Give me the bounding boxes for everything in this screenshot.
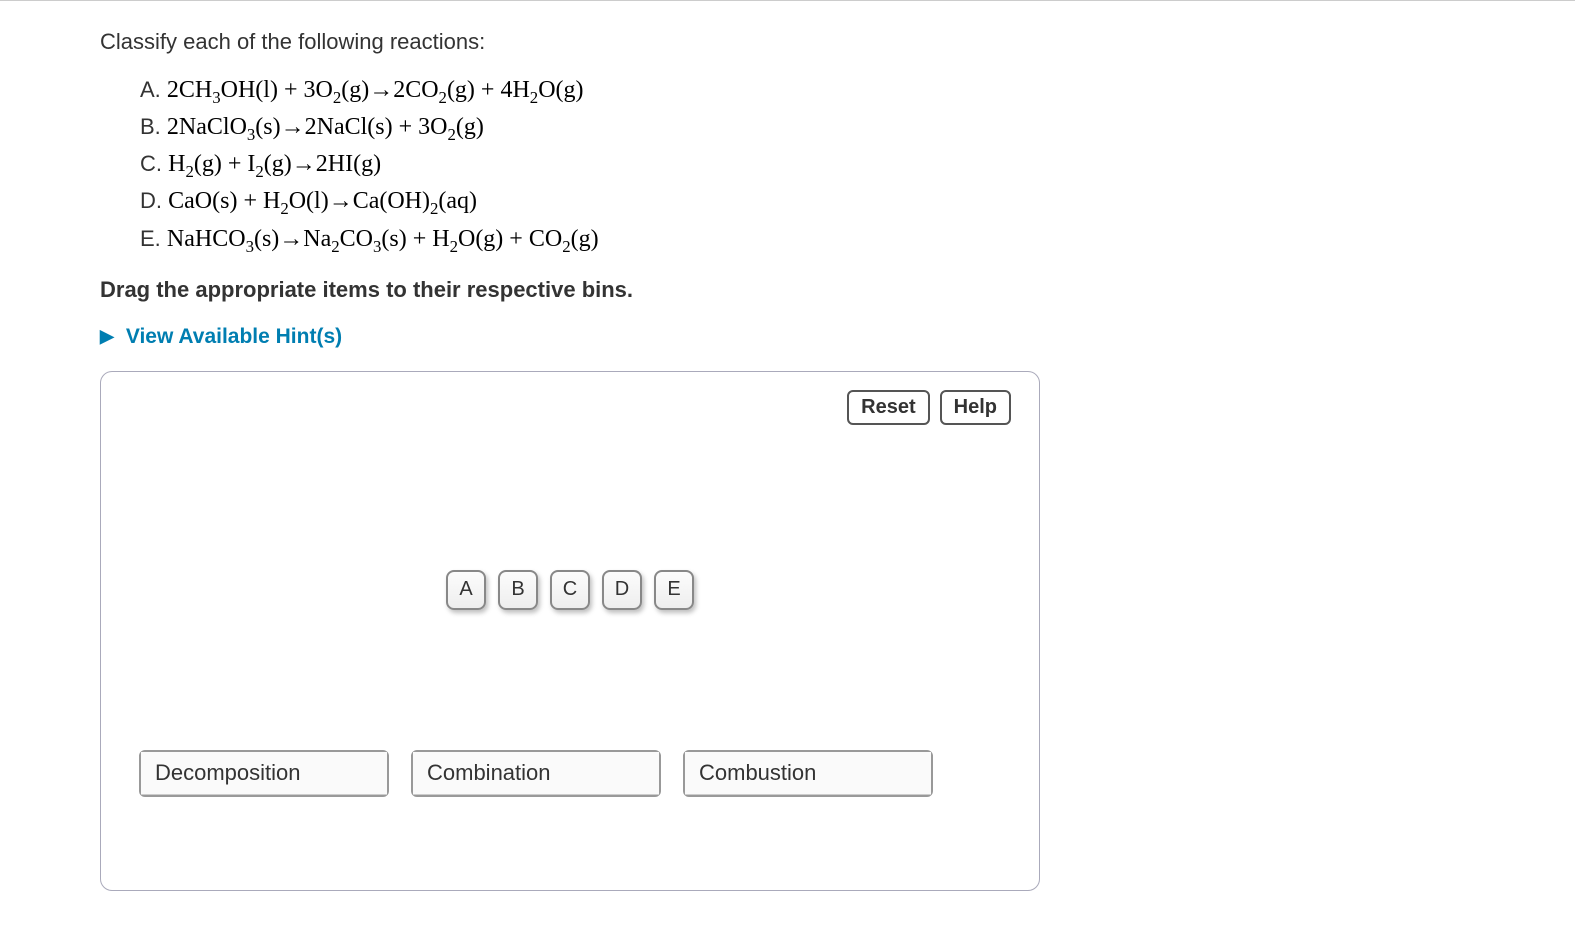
bin-combination-header: Combination <box>413 752 659 795</box>
bin-combustion-header: Combustion <box>685 752 931 795</box>
equation-b-formula: 2NaClO3(s)→2NaCl(s) + 3O2(g) <box>167 114 484 140</box>
hints-label: View Available Hint(s) <box>126 325 342 349</box>
equation-d-label: D. <box>140 188 168 213</box>
equation-c-formula: H2(g) + I2(g)→2HI(g) <box>168 151 381 177</box>
chevron-right-icon: ▶ <box>100 326 114 347</box>
drag-item-d[interactable]: D <box>602 570 642 610</box>
equation-a-label: A. <box>140 77 167 102</box>
equation-d: D. CaO(s) + H2O(l)→Ca(OH)2(aq) <box>140 184 1000 221</box>
equation-d-formula: CaO(s) + H2O(l)→Ca(OH)2(aq) <box>168 188 477 214</box>
top-divider <box>0 0 1575 1</box>
drag-instruction: Drag the appropriate items to their resp… <box>100 277 1000 303</box>
equation-c: C. H2(g) + I2(g)→2HI(g) <box>140 147 1000 184</box>
equation-b-label: B. <box>140 114 167 139</box>
equation-e-formula: NaHCO3(s)→Na2CO3(s) + H2O(g) + CO2(g) <box>167 226 599 252</box>
drag-item-c[interactable]: C <box>550 570 590 610</box>
bins-row: Decomposition Combination Combustion <box>139 750 1021 797</box>
equation-e-label: E. <box>140 226 167 251</box>
bin-decomposition[interactable]: Decomposition <box>139 750 389 797</box>
help-button[interactable]: Help <box>940 390 1011 425</box>
equation-a-formula: 2CH3OH(l) + 3O2(g)→2CO2(g) + 4H2O(g) <box>167 77 584 103</box>
drag-item-b[interactable]: B <box>498 570 538 610</box>
workspace-panel: Reset Help A B C D E Decomposition Combi… <box>100 371 1040 891</box>
bin-combination[interactable]: Combination <box>411 750 661 797</box>
equation-b: B. 2NaClO3(s)→2NaCl(s) + 3O2(g) <box>140 110 1000 147</box>
workspace-buttons: Reset Help <box>847 390 1011 425</box>
reset-button[interactable]: Reset <box>847 390 929 425</box>
drag-item-a[interactable]: A <box>446 570 486 610</box>
bin-combustion[interactable]: Combustion <box>683 750 933 797</box>
equation-c-label: C. <box>140 151 168 176</box>
equations-block: A. 2CH3OH(l) + 3O2(g)→2CO2(g) + 4H2O(g) … <box>140 73 1000 259</box>
draggable-items-area: A B C D E <box>119 570 1021 610</box>
equation-e: E. NaHCO3(s)→Na2CO3(s) + H2O(g) + CO2(g) <box>140 222 1000 259</box>
view-hints-toggle[interactable]: ▶ View Available Hint(s) <box>100 325 1000 349</box>
bin-decomposition-header: Decomposition <box>141 752 387 795</box>
drag-item-e[interactable]: E <box>654 570 694 610</box>
question-text: Classify each of the following reactions… <box>100 29 1000 55</box>
equation-a: A. 2CH3OH(l) + 3O2(g)→2CO2(g) + 4H2O(g) <box>140 73 1000 110</box>
content-area: Classify each of the following reactions… <box>0 29 1100 891</box>
